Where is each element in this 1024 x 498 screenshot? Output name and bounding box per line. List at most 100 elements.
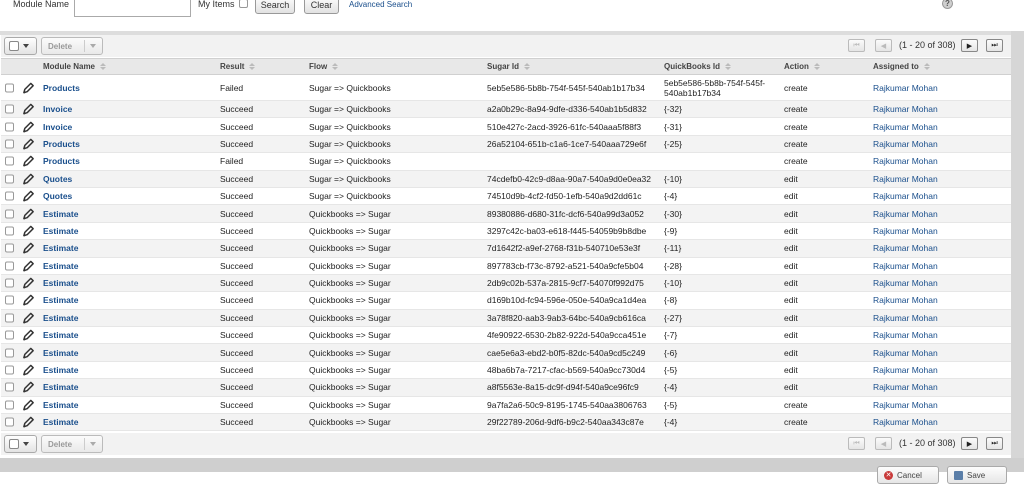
next-page-icon[interactable]: ▶ <box>961 437 978 450</box>
assigned-user-link[interactable]: Rajkumar Mohan <box>873 295 938 305</box>
row-checkbox[interactable] <box>5 417 14 427</box>
pencil-icon[interactable] <box>22 190 35 203</box>
row-checkbox[interactable] <box>5 348 14 358</box>
first-page-icon[interactable]: ⏮ <box>848 437 865 450</box>
row-checkbox[interactable] <box>5 330 14 340</box>
row-checkbox[interactable] <box>5 243 14 253</box>
pencil-icon[interactable] <box>22 311 35 324</box>
clear-button[interactable]: Clear <box>304 0 339 14</box>
pencil-icon[interactable] <box>22 398 35 411</box>
assigned-user-link[interactable]: Rajkumar Mohan <box>873 156 938 166</box>
assigned-user-link[interactable]: Rajkumar Mohan <box>873 122 938 132</box>
assigned-user-link[interactable]: Rajkumar Mohan <box>873 278 938 288</box>
sort-icon[interactable] <box>100 63 107 70</box>
pencil-icon[interactable] <box>22 277 35 290</box>
assigned-user-link[interactable]: Rajkumar Mohan <box>873 313 938 323</box>
column-sugar-id[interactable]: Sugar Id <box>487 62 531 71</box>
pencil-icon[interactable] <box>22 120 35 133</box>
row-checkbox[interactable] <box>5 174 14 184</box>
module-name-link[interactable]: Estimate <box>43 382 78 392</box>
column-assigned-to[interactable]: Assigned to <box>873 62 931 71</box>
sort-icon[interactable] <box>249 63 256 70</box>
row-checkbox[interactable] <box>5 278 14 288</box>
select-all-checkbox[interactable] <box>9 41 19 51</box>
module-name-link[interactable]: Estimate <box>43 417 78 427</box>
pencil-icon[interactable] <box>22 259 35 272</box>
assigned-user-link[interactable]: Rajkumar Mohan <box>873 261 938 271</box>
pencil-icon[interactable] <box>22 81 35 94</box>
assigned-user-link[interactable]: Rajkumar Mohan <box>873 365 938 375</box>
sort-icon[interactable] <box>813 63 821 70</box>
assigned-user-link[interactable]: Rajkumar Mohan <box>873 417 938 427</box>
module-name-link[interactable]: Estimate <box>43 226 78 236</box>
pencil-icon[interactable] <box>22 294 35 307</box>
assigned-user-link[interactable]: Rajkumar Mohan <box>873 226 938 236</box>
row-checkbox[interactable] <box>5 156 14 166</box>
row-checkbox[interactable] <box>5 122 14 132</box>
search-button[interactable]: Search <box>255 0 295 14</box>
assigned-user-link[interactable]: Rajkumar Mohan <box>873 139 938 149</box>
previous-page-icon[interactable]: ◀ <box>875 437 892 450</box>
assigned-user-link[interactable]: Rajkumar Mohan <box>873 243 938 253</box>
column-flow[interactable]: Flow <box>309 62 339 71</box>
column-result[interactable]: Result <box>220 62 256 71</box>
assigned-user-link[interactable]: Rajkumar Mohan <box>873 191 938 201</box>
row-checkbox[interactable] <box>5 226 14 236</box>
module-name-link[interactable]: Estimate <box>43 209 78 219</box>
row-checkbox[interactable] <box>5 365 14 375</box>
mass-select-dropdown[interactable] <box>4 435 37 453</box>
module-name-link[interactable]: Products <box>43 156 80 166</box>
module-name-link[interactable]: Quotes <box>43 174 72 184</box>
module-name-input[interactable] <box>74 0 191 17</box>
module-name-link[interactable]: Estimate <box>43 365 78 375</box>
row-checkbox[interactable] <box>5 400 14 410</box>
assigned-user-link[interactable]: Rajkumar Mohan <box>873 83 938 93</box>
row-checkbox[interactable] <box>5 313 14 323</box>
pencil-icon[interactable] <box>22 416 35 429</box>
module-name-link[interactable]: Invoice <box>43 122 72 132</box>
pencil-icon[interactable] <box>22 155 35 168</box>
assigned-user-link[interactable]: Rajkumar Mohan <box>873 400 938 410</box>
module-name-link[interactable]: Estimate <box>43 330 78 340</box>
row-checkbox[interactable] <box>5 83 14 92</box>
pencil-icon[interactable] <box>22 172 35 185</box>
sort-icon[interactable] <box>524 63 531 70</box>
help-icon[interactable]: ? <box>942 0 953 9</box>
pencil-icon[interactable] <box>22 137 35 150</box>
row-checkbox[interactable] <box>5 191 14 201</box>
row-checkbox[interactable] <box>5 139 14 149</box>
module-name-link[interactable]: Estimate <box>43 278 78 288</box>
pencil-icon[interactable] <box>22 346 35 359</box>
delete-button[interactable]: Delete <box>41 37 103 55</box>
module-name-link[interactable]: Estimate <box>43 261 78 271</box>
last-page-icon[interactable]: ⏭ <box>986 39 1003 52</box>
sort-icon[interactable] <box>923 63 931 70</box>
select-all-checkbox[interactable] <box>9 439 19 449</box>
row-checkbox[interactable] <box>5 209 14 219</box>
pencil-icon[interactable] <box>22 224 35 237</box>
cancel-button[interactable]: ✕ Cancel <box>877 466 939 484</box>
assigned-user-link[interactable]: Rajkumar Mohan <box>873 104 938 114</box>
pencil-icon[interactable] <box>22 242 35 255</box>
advanced-search-link[interactable]: Advanced Search <box>349 0 412 9</box>
column-quickbooks-id[interactable]: QuickBooks Id <box>664 62 732 71</box>
row-checkbox[interactable] <box>5 104 14 114</box>
save-button[interactable]: Save <box>947 466 1007 484</box>
module-name-link[interactable]: Estimate <box>43 400 78 410</box>
my-items-checkbox[interactable] <box>239 0 248 8</box>
pencil-icon[interactable] <box>22 364 35 377</box>
assigned-user-link[interactable]: Rajkumar Mohan <box>873 174 938 184</box>
next-page-icon[interactable]: ▶ <box>961 39 978 52</box>
last-page-icon[interactable]: ⏭ <box>986 437 1003 450</box>
first-page-icon[interactable]: ⏮ <box>848 39 865 52</box>
row-checkbox[interactable] <box>5 261 14 271</box>
module-name-link[interactable]: Quotes <box>43 191 72 201</box>
module-name-link[interactable]: Estimate <box>43 313 78 323</box>
module-name-link[interactable]: Invoice <box>43 104 72 114</box>
column-module-name[interactable]: Module Name <box>43 62 107 71</box>
assigned-user-link[interactable]: Rajkumar Mohan <box>873 348 938 358</box>
module-name-link[interactable]: Products <box>43 83 80 93</box>
sort-icon[interactable] <box>332 63 339 70</box>
pencil-icon[interactable] <box>22 381 35 394</box>
module-name-link[interactable]: Estimate <box>43 243 78 253</box>
